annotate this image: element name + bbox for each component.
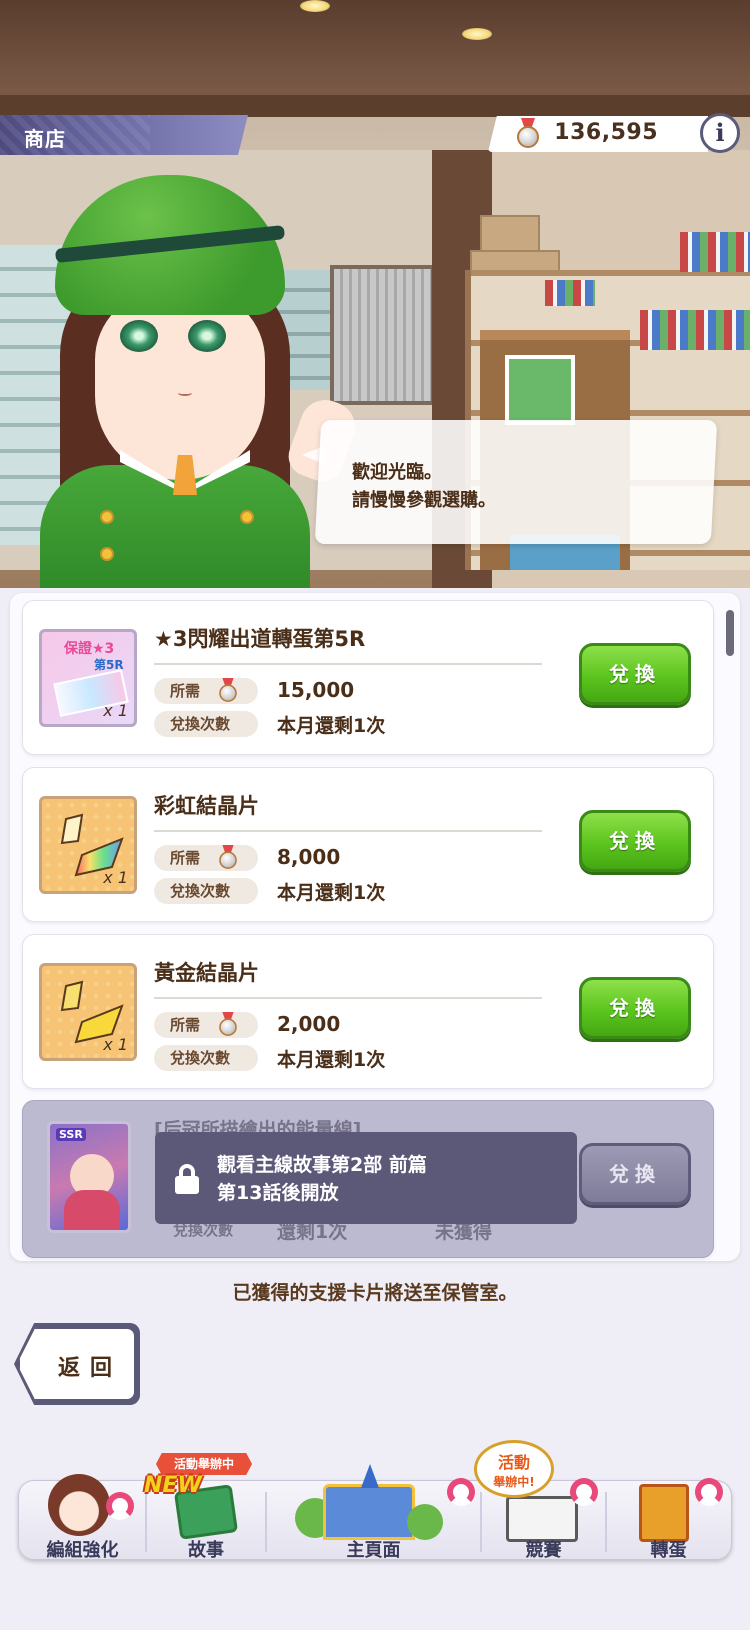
ssr-badge: SSR	[56, 1128, 86, 1141]
divider	[154, 663, 542, 665]
exchange-count-label: 兌換次數	[154, 711, 258, 737]
item-name: 黃金結晶片	[154, 961, 259, 985]
character-eye	[188, 320, 226, 352]
exchange-item-card: x 1 彩虹結晶片 所需 8,000 兌換次數 本月還剩1次 兌換	[22, 767, 714, 922]
nav-label: 故事	[188, 1540, 224, 1561]
cost-label: 所需	[154, 845, 258, 871]
divider	[154, 830, 542, 832]
exchange-button-disabled[interactable]: 兌換	[579, 1143, 691, 1205]
exchange-button[interactable]: 兌換	[579, 810, 691, 872]
remaining-count: 本月還剩1次	[277, 715, 386, 737]
nav-label: 主頁面	[346, 1540, 401, 1561]
page-title-bar: 商店	[0, 115, 248, 155]
remaining-count: 本月還剩1次	[277, 1049, 386, 1071]
exchange-count-label: 兌換次數	[154, 878, 258, 904]
horseshoe-icon	[447, 1478, 475, 1506]
jacket-button	[100, 547, 114, 561]
back-button-label[interactable]: 返回	[58, 1350, 122, 1382]
nav-label: 競賽	[525, 1540, 562, 1561]
event-badge-line-1: 活動	[497, 1453, 530, 1472]
building-tower-icon	[361, 1464, 379, 1488]
nav-item-home[interactable]: 主頁面	[267, 1464, 480, 1570]
medal-icon	[218, 1012, 237, 1036]
ceiling-beam	[0, 95, 750, 117]
cost-value: 8,000	[277, 845, 341, 869]
locked-condition-line-1: 觀看主線故事第2部 前篇	[217, 1154, 427, 1176]
thumb-guarantee-text: 保證★3	[64, 641, 115, 657]
new-badge: NEW	[144, 1473, 202, 1498]
horseshoe-icon	[570, 1478, 598, 1506]
jacket-button	[100, 510, 114, 524]
currency-value: 136,595	[554, 120, 658, 145]
nav-label: 轉蛋	[650, 1540, 687, 1561]
nav-item-gacha[interactable]: 轉蛋	[607, 1470, 730, 1570]
item-name: 彩虹結晶片	[154, 794, 259, 818]
event-ribbon-badge: 活動舉辦中	[156, 1453, 252, 1475]
tree-icon	[407, 1504, 443, 1540]
nav-label: 編組強化	[46, 1540, 119, 1561]
item-quantity: x 1	[103, 1035, 128, 1054]
character-mouth	[178, 390, 192, 396]
shopkeeper-character	[40, 175, 363, 588]
remaining-count: 本月還剩1次	[277, 882, 386, 904]
cardboard-box	[480, 215, 540, 255]
horseshoe-icon	[106, 1492, 134, 1520]
info-button[interactable]: i	[700, 113, 740, 153]
books	[545, 280, 595, 306]
books	[680, 232, 750, 272]
currency-display: 136,595	[488, 116, 708, 152]
shop-sign	[505, 355, 575, 425]
cost-value: 15,000	[277, 678, 355, 702]
character-portrait-icon	[48, 1474, 110, 1536]
exchange-button[interactable]: 兌換	[579, 977, 691, 1039]
gacha-ticket-thumbnail: 保證★3 第5R x 1	[39, 629, 137, 727]
exchange-item-card: x 1 黃金結晶片 所需 2,000 兌換次數 本月還剩1次 兌換	[22, 934, 714, 1089]
cost-label: 所需	[154, 678, 258, 704]
cost-value: 2,000	[277, 1012, 341, 1036]
medal-icon	[516, 118, 540, 148]
storage-notice: 已獲得的支援卡片將送至保管室。	[232, 1282, 518, 1304]
item-quantity: x 1	[103, 868, 128, 887]
medal-icon	[218, 845, 237, 869]
horseshoe-icon	[695, 1478, 723, 1506]
nav-item-team-enhance[interactable]: 編組強化	[20, 1470, 145, 1570]
dialog-line-1: 歡迎光臨。	[352, 462, 442, 483]
locked-tooltip: 觀看主線故事第2部 前篇 第13話後開放	[155, 1132, 577, 1224]
ceiling-light	[462, 28, 492, 40]
card-character-outfit	[64, 1190, 120, 1230]
jacket-button	[240, 510, 254, 524]
cost-label: 所需	[154, 1012, 258, 1038]
item-name: ★3閃耀出道轉蛋第5R	[154, 627, 366, 651]
page-title: 商店	[24, 127, 66, 151]
event-badge-line-2: 舉辦中!	[493, 1475, 535, 1489]
character-eye	[120, 320, 158, 352]
gacha-door-icon	[639, 1484, 689, 1542]
books	[640, 310, 750, 350]
exchange-button[interactable]: 兌換	[579, 643, 691, 705]
event-badge: 活動 舉辦中!	[474, 1440, 554, 1498]
support-card-thumbnail: SSR	[47, 1121, 131, 1233]
locked-condition-line-2: 第13話後開放	[217, 1182, 339, 1204]
dialog-line-2: 請慢慢參觀選購。	[352, 490, 496, 511]
rainbow-crystal-thumbnail: x 1	[39, 796, 137, 894]
item-quantity: x 1	[103, 701, 128, 720]
gold-crystal-thumbnail: x 1	[39, 963, 137, 1061]
shutter-door	[330, 265, 435, 405]
school-building-icon	[323, 1484, 415, 1540]
divider	[154, 997, 542, 999]
lock-icon	[173, 1164, 201, 1194]
medal-icon	[218, 678, 237, 702]
exchange-item-card: 保證★3 第5R x 1 ★3閃耀出道轉蛋第5R 所需 15,000 兌換次數 …	[22, 600, 714, 755]
scrollbar[interactable]	[726, 610, 734, 656]
ceiling-light	[300, 0, 330, 12]
exchange-count-label: 兌換次數	[154, 1045, 258, 1071]
